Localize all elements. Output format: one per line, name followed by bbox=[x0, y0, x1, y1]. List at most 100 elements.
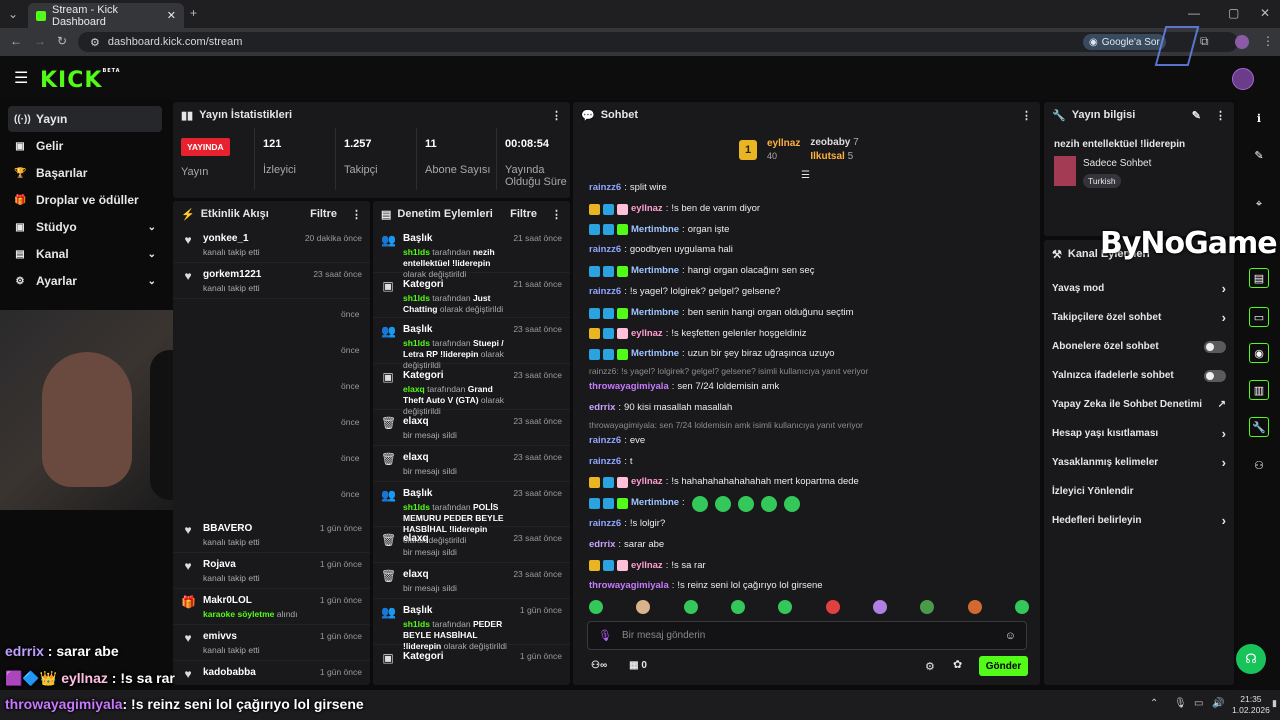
moderation-row[interactable]: 🗑 elaxq bir mesajı sildi 23 saat önce bbox=[373, 527, 570, 564]
activity-row[interactable]: ♥ gorkem1221 kanalı takip etti 23 saat önce bbox=[173, 263, 370, 299]
channel-action[interactable]: İzleyici Yönlendir bbox=[1044, 477, 1234, 506]
chat-username[interactable]: rainzz6 bbox=[589, 282, 621, 303]
close-window-icon[interactable]: ✕ bbox=[1260, 6, 1270, 20]
send-button[interactable]: Gönder bbox=[979, 656, 1028, 676]
chat-message[interactable]: edrrix: sarar abe bbox=[573, 535, 1040, 556]
moderation-row[interactable]: ▣ Kategori 1 gün önce bbox=[373, 645, 570, 685]
sidebar-item-2[interactable]: 🏆 Başarılar bbox=[8, 160, 162, 186]
quick-emote-icon[interactable] bbox=[967, 600, 982, 614]
moderation-filter-button[interactable]: Filtre bbox=[510, 208, 537, 220]
chat-message[interactable]: Mertimbne: uzun bir şey biraz uğraşınca u… bbox=[573, 344, 1040, 365]
back-icon[interactable]: ← bbox=[10, 34, 22, 48]
pen-icon[interactable]: ✎ bbox=[1249, 145, 1269, 165]
chat-username[interactable]: eyllnaz bbox=[631, 472, 663, 493]
chat-message[interactable]: eyllnaz: !s keşfetten gelenler hoşgeldini… bbox=[573, 324, 1040, 345]
clock[interactable]: 21:35 1.02.2026 bbox=[1232, 694, 1270, 716]
sidebar-item-1[interactable]: ▣ Gelir bbox=[8, 133, 162, 159]
chat-settings-icon[interactable]: ⚙ bbox=[925, 660, 935, 673]
activity-row[interactable]: ♥ kadobabba 1 gün önce bbox=[173, 661, 370, 685]
broadcast-rail-icon[interactable]: ◉ bbox=[1249, 343, 1269, 363]
channel-action[interactable]: Yalnızca ifadelerle sohbet bbox=[1044, 361, 1234, 390]
hamburger-menu-icon[interactable]: ☰ bbox=[14, 68, 28, 88]
puzzle-icon[interactable]: ✿ bbox=[953, 658, 962, 671]
chat-username[interactable]: edrrix bbox=[589, 398, 615, 419]
network-icon[interactable]: ▭ bbox=[1194, 698, 1203, 709]
info-menu-icon[interactable]: ⋮ bbox=[1215, 109, 1226, 122]
chat-message[interactable]: Mertimbne: organ işte bbox=[573, 220, 1040, 241]
layout-rail-icon[interactable]: ▥ bbox=[1249, 380, 1269, 400]
activity-filter-button[interactable]: Filtre bbox=[310, 208, 337, 220]
moderation-row[interactable]: ▣ Kategori sh1lds tarafından Just Chatting… bbox=[373, 273, 570, 319]
chat-username[interactable]: eyllnaz bbox=[631, 324, 663, 345]
chat-username[interactable]: rainzz6 bbox=[589, 452, 621, 473]
quick-emote-icon[interactable] bbox=[920, 600, 935, 614]
chat-message[interactable]: eyllnaz: !s sa rar bbox=[573, 556, 1040, 577]
moderation-row[interactable]: 👥 Başlık sh1lds tarafından nezih entellekt… bbox=[373, 227, 570, 279]
new-tab-icon[interactable]: + bbox=[190, 6, 197, 20]
activity-menu-icon[interactable]: ⋮ bbox=[351, 208, 362, 221]
quick-emote-icon[interactable] bbox=[825, 600, 840, 614]
channel-action[interactable]: Hedefleri belirleyin › bbox=[1044, 506, 1234, 535]
sidebar-item-5[interactable]: ▤ Kanal ⌄ bbox=[8, 241, 162, 267]
chat-message[interactable]: Mertimbne: hangi organ olacağını sen seç bbox=[573, 261, 1040, 282]
chat-username[interactable]: rainzz6 bbox=[589, 514, 621, 535]
channel-action[interactable]: Abonelere özel sohbet bbox=[1044, 332, 1234, 361]
moderation-row[interactable]: 👥 Başlık sh1lds tarafından PEDER BEYLE HAS… bbox=[373, 599, 570, 651]
moderation-row[interactable]: ▣ Kategori elaxq tarafından Grand Theft Au… bbox=[373, 364, 570, 416]
extensions-icon[interactable]: ⧉ bbox=[1200, 34, 1209, 49]
menu-icon[interactable]: ⋮ bbox=[1262, 34, 1274, 48]
notification-icon[interactable]: ▮ bbox=[1272, 698, 1277, 709]
chat-message[interactable]: rainzz6: !s yagel? lolgirek? gelgel? gels… bbox=[573, 282, 1040, 303]
minimize-icon[interactable]: — bbox=[1188, 6, 1200, 20]
chat-username[interactable]: eyllnaz bbox=[631, 556, 663, 577]
forward-icon[interactable]: → bbox=[34, 34, 46, 48]
user-avatar[interactable] bbox=[1232, 68, 1254, 90]
toggle-switch[interactable] bbox=[1204, 369, 1226, 382]
chat-message[interactable]: rainzz6: t bbox=[573, 452, 1040, 473]
moderation-row[interactable]: 🗑 elaxq bir mesajı sildi 23 saat önce bbox=[373, 410, 570, 446]
browser-tab[interactable]: Stream - Kick Dashboard ✕ bbox=[28, 3, 184, 28]
chat-message[interactable]: rainzz6: goodbyen uygulama hali bbox=[573, 240, 1040, 261]
points-icon[interactable]: ⚇∞ bbox=[591, 660, 607, 671]
chat-message[interactable]: rainzz6: eve bbox=[573, 431, 1040, 452]
activity-row[interactable]: ♥ BBAVERO kanalı takip etti 1 gün önce bbox=[173, 517, 370, 553]
mic-tray-icon[interactable]: 🎙 bbox=[1174, 698, 1187, 709]
quick-emote-icon[interactable] bbox=[683, 600, 698, 614]
activity-row[interactable]: ♥ Rojava kanalı takip etti 1 gün önce bbox=[173, 553, 370, 589]
channel-action[interactable]: Yasaklanmış kelimeler › bbox=[1044, 448, 1234, 477]
tool-rail-icon[interactable]: 🔧 bbox=[1249, 417, 1269, 437]
chat-message[interactable]: throwayagimiyala: !s reinz seni lol çağır… bbox=[573, 576, 1040, 597]
toggle-switch[interactable] bbox=[1204, 340, 1226, 353]
chat-username[interactable]: Mertimbne bbox=[631, 220, 679, 241]
channel-action[interactable]: Yapay Zeka ile Sohbet Denetimi ↗ bbox=[1044, 390, 1234, 419]
sidebar-item-6[interactable]: ⚙ Ayarlar ⌄ bbox=[8, 268, 162, 294]
quick-emote-icon[interactable] bbox=[872, 600, 887, 614]
chat-menu-icon[interactable]: ⋮ bbox=[1021, 109, 1032, 122]
chat-message[interactable]: Mertimbne: ben senin hangi organ olduğunu… bbox=[573, 303, 1040, 324]
chat-username[interactable]: rainzz6 bbox=[589, 178, 621, 199]
moderation-row[interactable]: 👥 Başlık sh1lds tarafından Stuepi / Letra … bbox=[373, 318, 570, 370]
chat-input[interactable]: 🎙 Bir mesaj gönderin ☺ bbox=[587, 621, 1027, 650]
chat-username[interactable]: edrrix bbox=[589, 535, 615, 556]
emoji-picker-icon[interactable]: ☺ bbox=[1005, 630, 1016, 642]
url-field[interactable]: ⚙ dashboard.kick.com/stream bbox=[78, 32, 1238, 52]
volume-icon[interactable]: 🔊 bbox=[1212, 698, 1224, 709]
moderation-row[interactable]: 🗑 elaxq bir mesajı sildi 23 saat önce bbox=[373, 446, 570, 482]
sidebar-item-4[interactable]: ▣ Stüdyo ⌄ bbox=[8, 214, 162, 240]
chat-username[interactable]: eyllnaz bbox=[631, 199, 663, 220]
chat-message[interactable]: edrrix:90 kisi masallah masallah bbox=[573, 398, 1040, 419]
tray-up-icon[interactable]: ⌃ bbox=[1150, 698, 1158, 709]
quick-emote-icon[interactable] bbox=[636, 600, 651, 614]
chat-username[interactable]: Mertimbne bbox=[631, 261, 679, 282]
people-icon[interactable]: ⚇ bbox=[1249, 455, 1269, 475]
chat-message[interactable]: eyllnaz: !s ben de varım diyor bbox=[573, 199, 1040, 220]
activity-row[interactable]: ♥ yonkee_1 kanalı takip etti 20 dakika önce bbox=[173, 227, 370, 263]
info-icon[interactable]: ℹ bbox=[1249, 108, 1269, 128]
quick-emote-icon[interactable] bbox=[778, 600, 793, 614]
moderation-menu-icon[interactable]: ⋮ bbox=[551, 208, 562, 221]
mic-icon[interactable]: 🎙 bbox=[598, 629, 612, 642]
sidebar-item-0[interactable]: ((·)) Yayın bbox=[8, 106, 162, 132]
quick-emote-icon[interactable] bbox=[730, 600, 745, 614]
doc-rail-icon[interactable]: ▤ bbox=[1249, 268, 1269, 288]
chat-message[interactable]: throwayagimiyala: sen 7/24 loldemisin amk bbox=[573, 377, 1040, 398]
